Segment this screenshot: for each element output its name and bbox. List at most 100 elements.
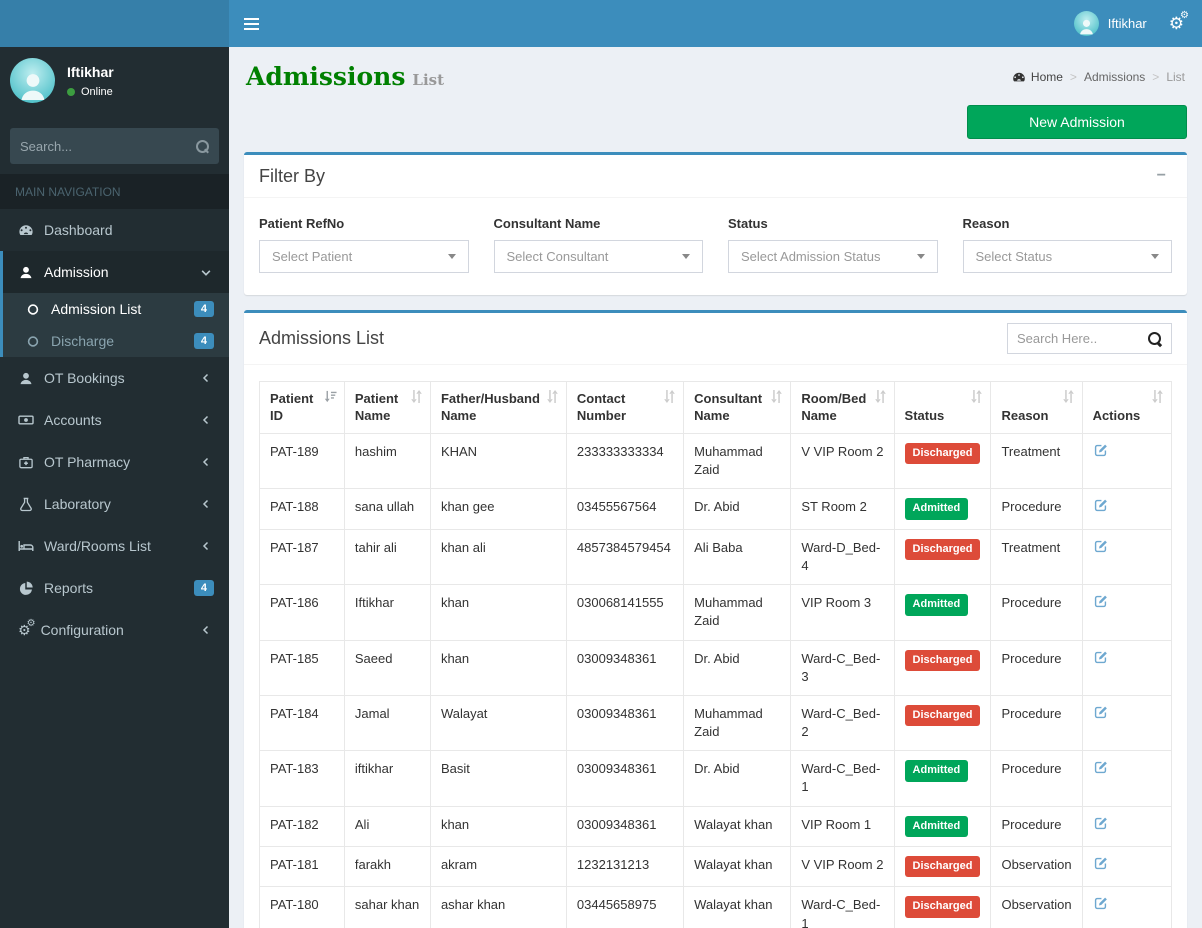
filter-field-reason: Reason Select Status	[962, 210, 1172, 273]
online-label: Online	[81, 85, 113, 98]
status-badge: Discharged	[904, 443, 981, 465]
sidebar-user-name: Iftikhar	[67, 63, 114, 80]
sidebar-item-label: OT Pharmacy	[44, 454, 131, 470]
edit-icon[interactable]	[1093, 856, 1108, 871]
sidebar-item-label: Accounts	[44, 412, 102, 428]
admissions-list-title: Admissions List	[259, 328, 385, 348]
avatar	[1073, 11, 1099, 36]
status-badge: Discharged	[904, 896, 981, 918]
sidebar-item-label: OT Bookings	[44, 370, 125, 386]
reason-select[interactable]: Select Status	[962, 240, 1172, 273]
sidebar-item-admission-list[interactable]: Admission List 4	[3, 293, 229, 325]
cell-patient-id: PAT-184	[259, 694, 345, 752]
edit-icon[interactable]	[1093, 896, 1108, 911]
cell-patient-name: Ali	[343, 805, 431, 848]
col-header-contact[interactable]: Contact Number	[565, 381, 685, 434]
cell-room: ST Room 2	[790, 488, 895, 530]
sidebar-item-dashboard[interactable]: Dashboard	[0, 209, 229, 251]
admissions-table: Patient ID Patient Name Father/Husband N…	[259, 381, 1173, 928]
edit-icon[interactable]	[1093, 498, 1108, 513]
content: Admissions List Home > Admissions > List …	[229, 47, 1202, 928]
gauge-icon	[19, 225, 33, 235]
patient-select[interactable]: Select Patient	[259, 240, 469, 273]
caret-down-icon	[1151, 254, 1159, 259]
page-subtitle: List	[412, 71, 445, 89]
cell-father-name: KHAN	[429, 432, 567, 490]
sidebar-item-ot-pharmacy[interactable]: OT Pharmacy	[0, 441, 229, 483]
sidebar-item-ward-rooms-list[interactable]: Ward/Rooms List	[0, 525, 229, 567]
col-header-consultant[interactable]: Consultant Name	[683, 381, 792, 434]
search-icon[interactable]	[196, 139, 209, 153]
user-menu[interactable]: Iftikhar	[1073, 11, 1147, 36]
edit-icon[interactable]	[1093, 705, 1108, 720]
col-header-father-name[interactable]: Father/Husband Name	[429, 381, 567, 434]
col-header-reason[interactable]: Reason	[990, 381, 1083, 434]
cell-consultant: Dr. Abid	[683, 639, 792, 696]
col-header-patient-id[interactable]: Patient ID	[259, 381, 345, 434]
chevron-down-icon	[198, 267, 214, 278]
sidebar-item-label: Laboratory	[44, 496, 111, 512]
new-admission-button[interactable]: New Admission	[967, 105, 1187, 139]
chevron-left-icon	[198, 541, 214, 551]
edit-icon[interactable]	[1093, 594, 1108, 609]
cell-room: V VIP Room 2	[790, 846, 895, 888]
collapse-button[interactable]	[1151, 165, 1172, 187]
status-badge: Discharged	[904, 704, 981, 727]
status-badge: Admitted	[904, 594, 969, 616]
cell-patient-id: PAT-181	[259, 846, 345, 888]
page-title: Admissions	[246, 62, 406, 91]
edit-icon[interactable]	[1093, 816, 1108, 831]
edit-icon[interactable]	[1093, 443, 1108, 458]
logo-area[interactable]	[0, 0, 229, 47]
sidebar-item-discharge[interactable]: Discharge 4	[3, 325, 229, 357]
col-header-status[interactable]: Status	[893, 381, 992, 434]
sidebar-item-accounts[interactable]: Accounts	[0, 399, 229, 441]
caret-down-icon	[916, 254, 925, 259]
cell-consultant: Ali Baba	[683, 528, 792, 586]
status-badge: Admitted	[904, 498, 969, 520]
table-row: PAT-188 sana ullah khan gee 03455567564 …	[259, 488, 1173, 530]
col-header-room[interactable]: Room/Bed Name	[790, 381, 895, 434]
sidebar-item-admission[interactable]: Admission Admission List 4 Discharge 4	[0, 251, 229, 357]
sort-icon	[874, 390, 887, 408]
status-badge: Discharged	[904, 538, 981, 561]
status-select[interactable]: Select Admission Status	[728, 240, 938, 273]
sidebar-toggle-button[interactable]	[229, 5, 274, 43]
sort-icon	[1062, 390, 1075, 408]
admissions-list-panel: Admissions List Patient ID Patient Name …	[244, 310, 1187, 928]
sidebar-search-input[interactable]	[20, 138, 196, 154]
sidebar-item-laboratory[interactable]: Laboratory	[0, 483, 229, 525]
status-badge: Discharged	[904, 649, 981, 671]
cell-patient-id: PAT-186	[259, 584, 345, 641]
sidebar-item-configuration[interactable]: Configuration	[0, 609, 229, 651]
filter-label: Consultant Name	[493, 216, 601, 231]
table-search-input[interactable]	[1017, 331, 1148, 346]
edit-icon[interactable]	[1093, 539, 1108, 554]
breadcrumb-admissions-link[interactable]: Admissions	[1084, 70, 1145, 84]
breadcrumb-home-link[interactable]: Home	[1012, 70, 1063, 84]
cell-patient-name: sana ullah	[343, 488, 431, 530]
cell-contact: 03445658975	[565, 886, 685, 928]
col-header-patient-name[interactable]: Patient Name	[343, 381, 431, 434]
sidebar-item-ot-bookings[interactable]: OT Bookings	[0, 357, 229, 399]
cell-patient-name: Jamal	[343, 694, 431, 752]
consultant-select[interactable]: Select Consultant	[493, 240, 703, 273]
status-badge: Admitted	[904, 760, 969, 782]
gears-icon	[18, 619, 35, 637]
sort-icon	[663, 390, 676, 408]
user-icon	[20, 266, 32, 278]
table-search	[1007, 323, 1172, 354]
edit-icon[interactable]	[1093, 650, 1108, 665]
sort-icon	[1151, 390, 1164, 408]
search-icon[interactable]	[1148, 331, 1162, 346]
sidebar-item-label: Admission List	[51, 301, 142, 317]
settings-gears-icon[interactable]	[1169, 11, 1189, 32]
sort-desc-icon	[324, 390, 337, 408]
edit-icon[interactable]	[1093, 760, 1108, 775]
breadcrumb-separator: >	[1152, 69, 1160, 84]
col-header-actions[interactable]: Actions	[1081, 381, 1173, 434]
cell-father-name: Walayat	[429, 694, 567, 752]
sidebar-item-reports[interactable]: Reports 4	[0, 567, 229, 609]
sidebar-item-label: Reports	[44, 580, 94, 596]
user-icon	[20, 372, 32, 384]
